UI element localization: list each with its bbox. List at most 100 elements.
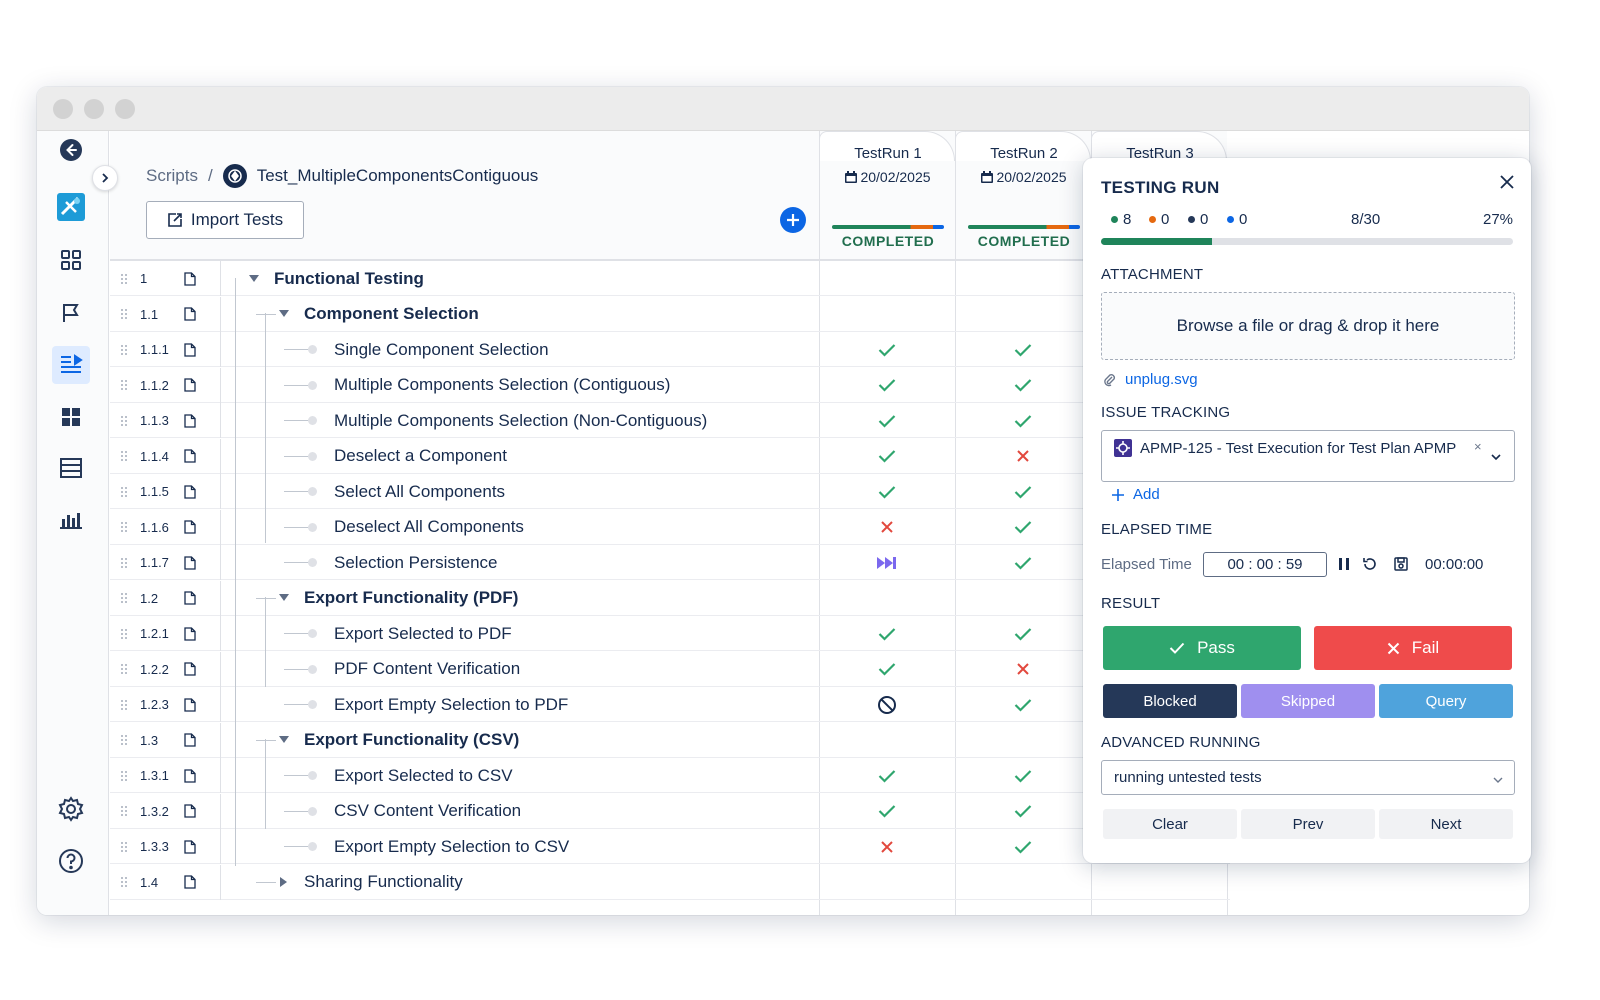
- x-icon[interactable]: [955, 652, 1091, 687]
- drag-handle-icon[interactable]: [120, 261, 128, 296]
- row-title[interactable]: PDF Content Verification: [334, 652, 520, 687]
- drag-handle-icon[interactable]: [120, 616, 128, 651]
- table-row[interactable]: 1.3 Export Functionality (CSV): [110, 722, 1230, 758]
- check-icon[interactable]: [955, 403, 1091, 438]
- add-test-plus-icon[interactable]: [780, 207, 806, 233]
- table-row[interactable]: 1.1.5 Select All Components: [110, 474, 1230, 509]
- document-icon[interactable]: [184, 865, 196, 900]
- document-icon[interactable]: [184, 652, 196, 687]
- check-icon[interactable]: [819, 652, 955, 687]
- next-button[interactable]: Next: [1379, 809, 1513, 839]
- document-icon[interactable]: [184, 829, 196, 864]
- check-icon[interactable]: [819, 616, 955, 651]
- flag-icon[interactable]: [52, 294, 90, 332]
- document-icon[interactable]: [184, 687, 196, 722]
- table-icon[interactable]: [52, 449, 90, 487]
- table-row[interactable]: 1.1 Component Selection: [110, 296, 1230, 332]
- table-row[interactable]: 1.2.1 Export Selected to PDF: [110, 616, 1230, 651]
- row-title[interactable]: Multiple Components Selection (Contiguou…: [334, 368, 670, 403]
- caret-down-icon[interactable]: [248, 261, 260, 296]
- table-row[interactable]: 1.4 Sharing Functionality: [110, 864, 1230, 900]
- check-icon[interactable]: [819, 439, 955, 474]
- table-row[interactable]: 1.2.3 Export Empty Selection to PDF: [110, 687, 1230, 722]
- document-icon[interactable]: [184, 261, 196, 296]
- document-icon[interactable]: [184, 794, 196, 829]
- help-icon[interactable]: [52, 842, 90, 880]
- back-icon[interactable]: [52, 131, 90, 169]
- save-time-icon[interactable]: [1393, 556, 1409, 577]
- dashboard-icon[interactable]: [52, 241, 90, 279]
- document-icon[interactable]: [184, 297, 196, 332]
- document-icon[interactable]: [184, 616, 196, 651]
- skipped-button[interactable]: Skipped: [1241, 684, 1375, 718]
- drag-handle-icon[interactable]: [120, 758, 128, 793]
- drag-handle-icon[interactable]: [120, 368, 128, 403]
- check-icon[interactable]: [955, 829, 1091, 864]
- check-icon[interactable]: [955, 687, 1091, 722]
- row-title[interactable]: Select All Components: [334, 474, 505, 509]
- fail-button[interactable]: Fail: [1314, 626, 1512, 670]
- check-icon[interactable]: [819, 332, 955, 367]
- drag-handle-icon[interactable]: [120, 403, 128, 438]
- row-title[interactable]: Functional Testing: [274, 261, 424, 296]
- attachment-file-link[interactable]: unplug.svg: [1103, 371, 1198, 388]
- caret-down-icon[interactable]: [278, 297, 290, 332]
- add-issue-link[interactable]: Add: [1111, 486, 1160, 503]
- row-title[interactable]: Export Functionality (CSV): [304, 723, 519, 758]
- drag-handle-icon[interactable]: [120, 474, 128, 509]
- document-icon[interactable]: [184, 368, 196, 403]
- testrun-2-header[interactable]: TestRun 2 20/02/2025 COMPLETED: [955, 131, 1091, 261]
- check-icon[interactable]: [955, 474, 1091, 509]
- check-icon[interactable]: [819, 403, 955, 438]
- drag-handle-icon[interactable]: [120, 865, 128, 900]
- document-icon[interactable]: [184, 403, 196, 438]
- reports-chart-icon[interactable]: [52, 501, 90, 539]
- row-title[interactable]: Multiple Components Selection (Non-Conti…: [334, 403, 707, 438]
- check-icon[interactable]: [819, 474, 955, 509]
- document-icon[interactable]: [184, 510, 196, 545]
- row-title[interactable]: Export Selected to CSV: [334, 758, 513, 793]
- row-title[interactable]: Single Component Selection: [334, 332, 549, 367]
- settings-gear-icon[interactable]: [52, 790, 90, 828]
- x-icon[interactable]: [819, 829, 955, 864]
- drag-handle-icon[interactable]: [120, 545, 128, 580]
- table-row[interactable]: 1.1.6 Deselect All Components: [110, 509, 1230, 545]
- check-icon[interactable]: [955, 616, 1091, 651]
- document-icon[interactable]: [184, 758, 196, 793]
- row-title[interactable]: Selection Persistence: [334, 545, 497, 580]
- table-row[interactable]: 1.3.1 Export Selected to CSV: [110, 758, 1230, 793]
- caret-right-icon[interactable]: [278, 865, 288, 900]
- close-icon[interactable]: [1499, 174, 1515, 195]
- breadcrumb-scripts-link[interactable]: Scripts: [146, 166, 198, 186]
- document-icon[interactable]: [184, 581, 196, 616]
- row-title[interactable]: Export Empty Selection to PDF: [334, 687, 568, 722]
- check-icon[interactable]: [955, 545, 1091, 580]
- chevron-down-icon[interactable]: [1490, 449, 1502, 467]
- window-maximize-dot[interactable]: [115, 99, 135, 119]
- drag-handle-icon[interactable]: [120, 723, 128, 758]
- query-button[interactable]: Query: [1379, 684, 1513, 718]
- row-title[interactable]: Export Selected to PDF: [334, 616, 512, 651]
- issue-tracking-select[interactable]: APMP-125 - Test Execution for Test Plan …: [1101, 430, 1515, 482]
- row-title[interactable]: Deselect All Components: [334, 510, 524, 545]
- remove-issue-close-icon[interactable]: ×: [1474, 439, 1482, 454]
- blocked-icon[interactable]: [819, 687, 955, 722]
- x-icon[interactable]: [955, 439, 1091, 474]
- table-row[interactable]: 1 Functional Testing: [110, 261, 1230, 296]
- drag-handle-icon[interactable]: [120, 794, 128, 829]
- x-icon[interactable]: [819, 510, 955, 545]
- check-icon[interactable]: [819, 758, 955, 793]
- expand-sidebar-chevron-icon[interactable]: [92, 165, 118, 191]
- import-tests-button[interactable]: Import Tests: [146, 201, 304, 239]
- row-title[interactable]: CSV Content Verification: [334, 794, 521, 829]
- row-title[interactable]: Sharing Functionality: [304, 865, 463, 900]
- check-icon[interactable]: [955, 368, 1091, 403]
- drag-handle-icon[interactable]: [120, 297, 128, 332]
- row-title[interactable]: Export Functionality (PDF): [304, 581, 518, 616]
- table-row[interactable]: 1.1.4 Deselect a Component: [110, 438, 1230, 474]
- attachment-dropzone[interactable]: Browse a file or drag & drop it here: [1101, 292, 1515, 360]
- prev-button[interactable]: Prev: [1241, 809, 1375, 839]
- check-icon[interactable]: [955, 510, 1091, 545]
- drag-handle-icon[interactable]: [120, 687, 128, 722]
- check-icon[interactable]: [955, 332, 1091, 367]
